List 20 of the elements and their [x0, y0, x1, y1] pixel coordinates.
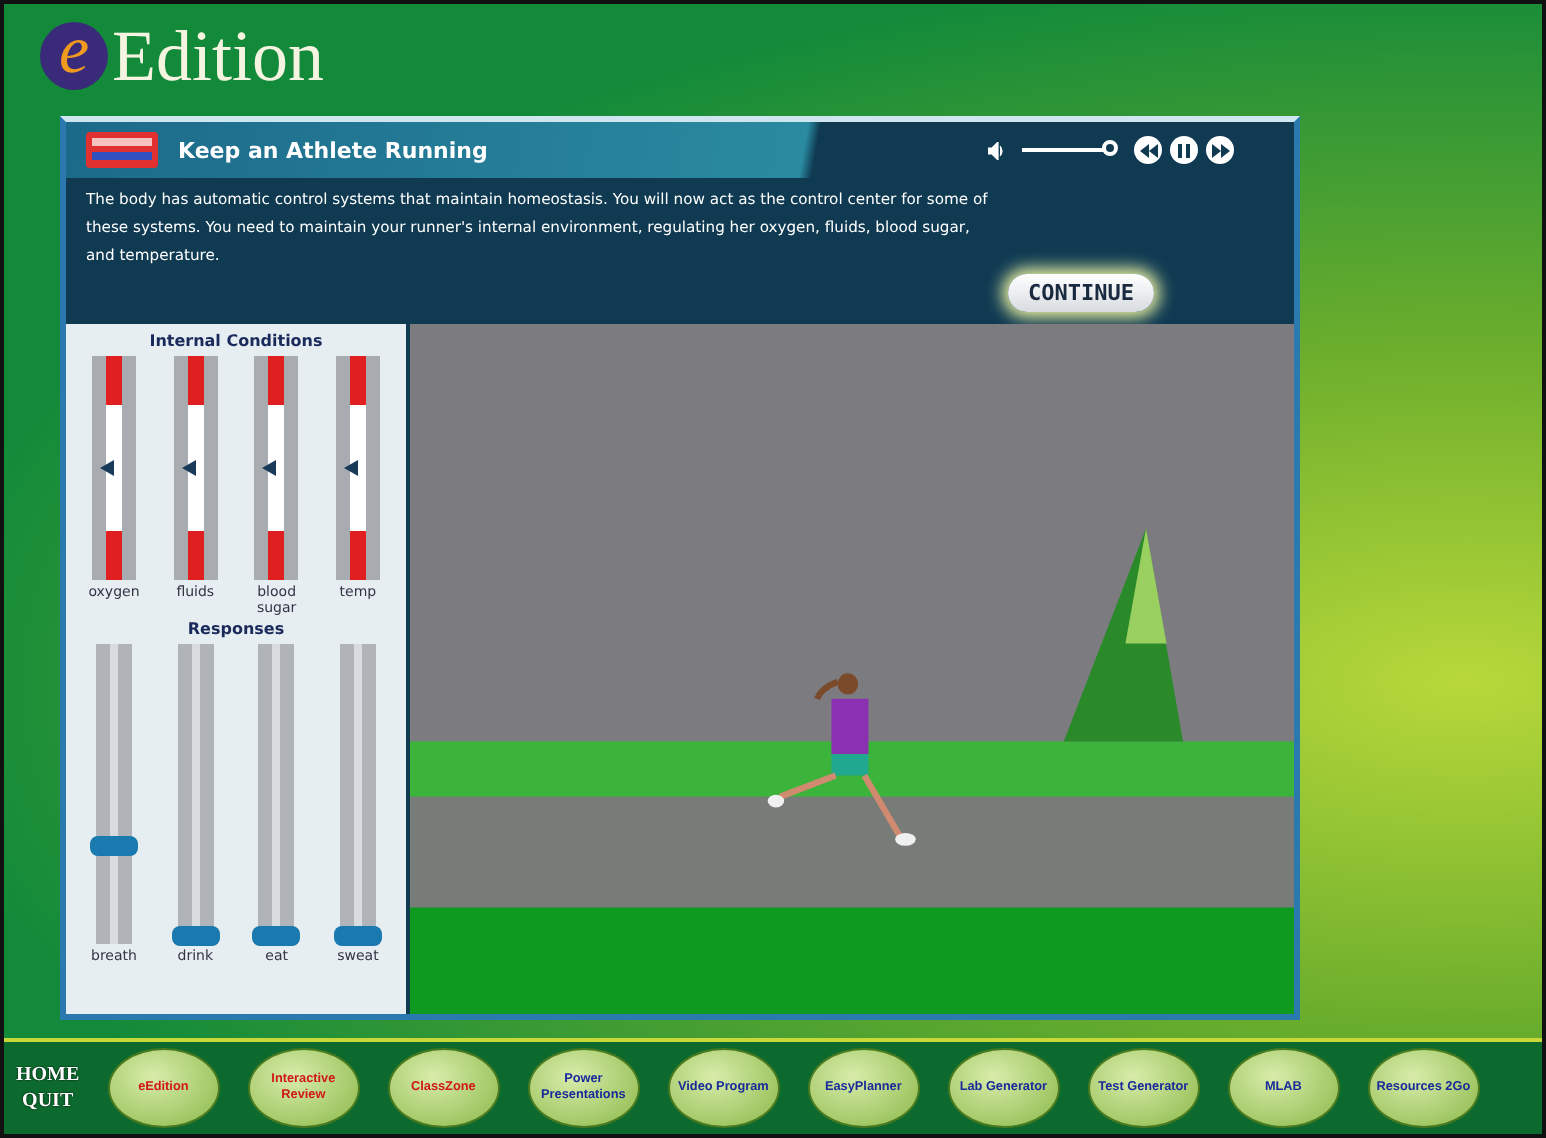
response-slider[interactable] — [258, 644, 295, 944]
section-title: Responses — [187, 620, 285, 638]
activity-title: Keep an Athlete Running — [178, 137, 490, 163]
logo-icon — [86, 132, 158, 168]
forward-button[interactable] — [1206, 136, 1234, 164]
speaker-icon — [988, 141, 1006, 159]
app-title: Edition — [112, 14, 324, 98]
rewind-icon — [1139, 143, 1157, 157]
logo-letter: e — [40, 22, 108, 90]
home-button[interactable]: HOME — [16, 1064, 80, 1086]
rewind-button[interactable] — [1134, 136, 1162, 164]
section-title: Internal Conditions — [149, 332, 323, 350]
fast-forward-icon — [1211, 143, 1229, 157]
response-slider[interactable] — [96, 644, 132, 944]
quit-button[interactable]: QUIT — [16, 1090, 80, 1112]
response-slider[interactable] — [177, 644, 214, 944]
pause-button[interactable] — [1170, 136, 1198, 164]
continue-button[interactable]: CONTINUE — [1008, 274, 1154, 312]
pause-icon — [1178, 143, 1190, 157]
response-slider[interactable] — [339, 644, 376, 944]
